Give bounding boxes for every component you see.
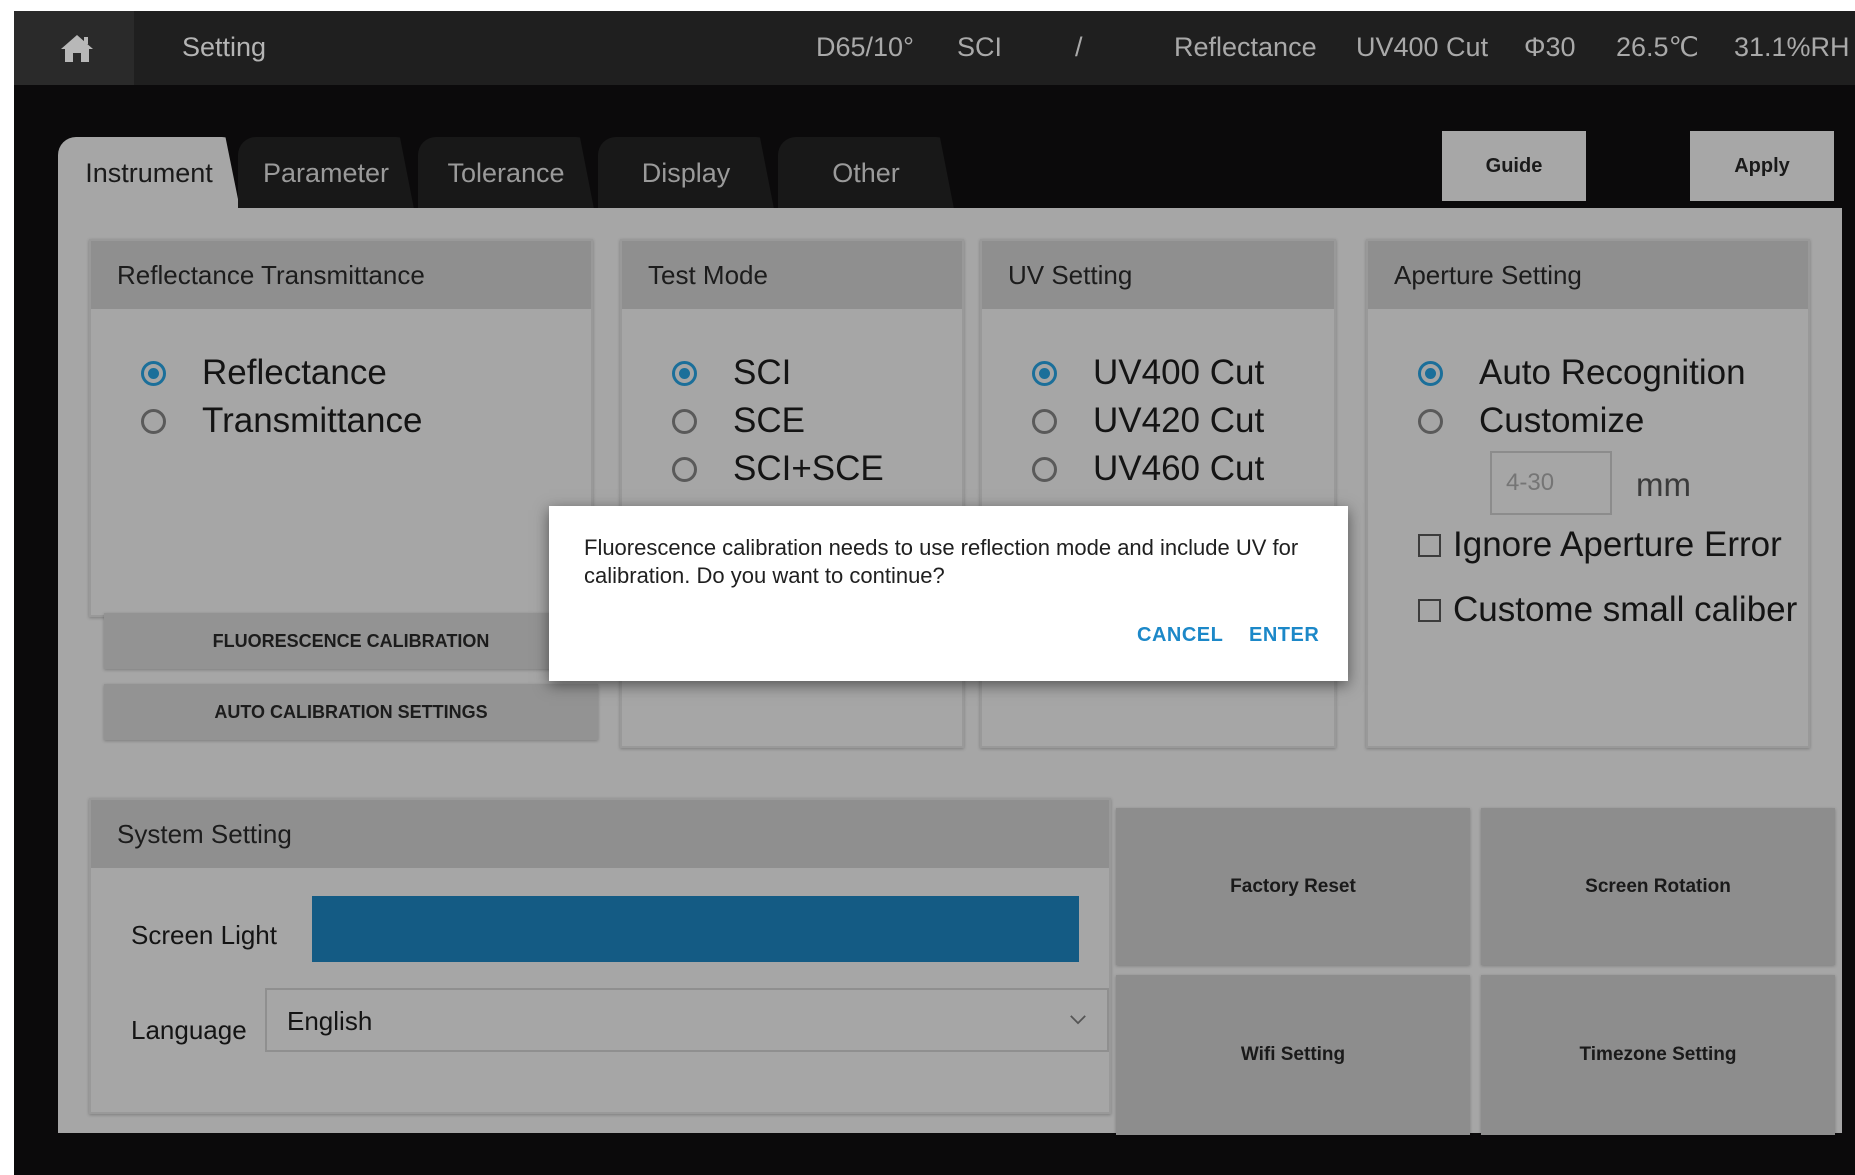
enter-button[interactable]: ENTER (1249, 624, 1319, 647)
modal-overlay: Fluorescence calibration needs to use re… (0, 0, 1855, 1175)
cancel-button[interactable]: CANCEL (1137, 624, 1223, 647)
confirm-dialog: Fluorescence calibration needs to use re… (549, 506, 1348, 681)
dialog-message: Fluorescence calibration needs to use re… (584, 535, 1299, 588)
